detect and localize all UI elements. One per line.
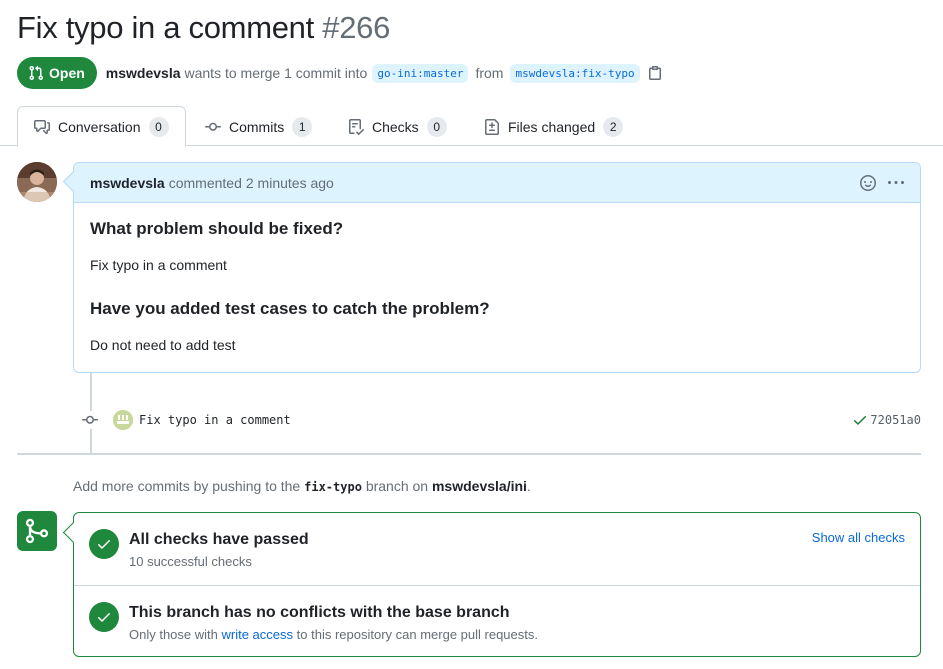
comment-time[interactable]: 2 minutes ago xyxy=(246,175,334,191)
push-hint-middle: branch on xyxy=(365,478,429,494)
push-hint-repo: mswdevsla/ini xyxy=(431,478,527,494)
avatar[interactable] xyxy=(17,162,57,202)
commit-sha-text: 72051a0 xyxy=(870,413,921,427)
tab-counter: 0 xyxy=(148,116,169,137)
tab-commits[interactable]: Commits 1 xyxy=(189,106,328,147)
checks-title: All checks have passed xyxy=(129,531,309,548)
tab-label: Commits xyxy=(229,118,285,135)
conflicts-title: This branch has no conflicts with the ba… xyxy=(129,604,510,621)
state-label: Open xyxy=(49,65,85,81)
push-hint-suffix: . xyxy=(526,478,531,494)
comment-header: mswdevsla commented 2 minutes ago xyxy=(74,163,920,203)
merge-description: mswdevsla wants to merge 1 commit into g… xyxy=(106,63,663,83)
comment-discussion-icon xyxy=(34,119,50,134)
tab-label: Files changed xyxy=(508,118,596,135)
timeline-divider xyxy=(17,453,921,455)
pr-meta: Open mswdevsla wants to merge 1 commit i… xyxy=(17,57,663,89)
push-hint-prefix: Add more commits by pushing to the xyxy=(73,478,301,494)
base-branch[interactable]: go-ini:master xyxy=(372,63,469,83)
tab-conversation[interactable]: Conversation 0 xyxy=(17,106,186,147)
kebab-horizontal-icon[interactable] xyxy=(888,175,904,191)
page-title: Fix typo in a comment #266 xyxy=(17,10,390,46)
conflicts-sub-pre: Only those with xyxy=(129,627,218,642)
push-hint-branch: fix-typo xyxy=(304,480,362,494)
tab-label: Checks xyxy=(372,118,419,135)
from-text: from xyxy=(475,65,504,81)
check-circle-icon xyxy=(89,529,119,559)
push-hint: Add more commits by pushing to the fix-t… xyxy=(73,478,531,494)
check-icon xyxy=(854,416,867,425)
smiley-icon[interactable] xyxy=(860,174,876,191)
checklist-icon xyxy=(349,118,364,135)
comment-heading: What problem should be fixed? xyxy=(90,219,344,238)
tab-counter: 0 xyxy=(426,116,447,137)
commit-author-avatar[interactable] xyxy=(113,410,133,430)
commit-row: Fix typo in a comment 72051a0 xyxy=(81,409,921,431)
git-commit-icon xyxy=(205,122,221,131)
comment-box: mswdevsla commented 2 minutes ago What p… xyxy=(73,162,921,373)
merge-box: All checks have passed 10 successful che… xyxy=(73,512,921,657)
comment-heading: Have you added test cases to catch the p… xyxy=(90,299,490,318)
pr-number: #266 xyxy=(322,10,391,45)
tab-label: Conversation xyxy=(58,118,141,135)
conflicts-sub-post: to this repository can merge pull reques… xyxy=(296,627,538,642)
comment-body: What problem should be fixed? Fix typo i… xyxy=(74,203,920,367)
tab-counter: 2 xyxy=(603,116,624,137)
write-access-link[interactable]: write access xyxy=(222,627,294,642)
checks-subtitle: 10 successful checks xyxy=(129,554,252,569)
tab-checks[interactable]: Checks 0 xyxy=(332,106,463,147)
checks-section: All checks have passed 10 successful che… xyxy=(74,513,920,585)
merge-text: wants to merge 1 commit into xyxy=(184,65,368,81)
tab-counter: 1 xyxy=(292,116,313,137)
file-diff-icon xyxy=(485,118,499,135)
conflicts-subtitle: Only those with write access to this rep… xyxy=(129,627,538,642)
check-circle-icon xyxy=(89,602,119,632)
pr-title-text: Fix typo in a comment xyxy=(17,10,314,45)
author-link[interactable]: mswdevsla xyxy=(106,65,181,81)
git-pull-request-icon xyxy=(29,65,44,81)
conflicts-section: This branch has no conflicts with the ba… xyxy=(74,585,920,657)
comment-author[interactable]: mswdevsla xyxy=(90,175,165,191)
state-badge: Open xyxy=(17,57,97,89)
copy-icon[interactable] xyxy=(647,65,663,81)
git-merge-icon xyxy=(17,511,57,551)
show-all-checks-link[interactable]: Show all checks xyxy=(812,530,905,545)
git-commit-icon xyxy=(81,411,99,429)
commit-sha[interactable]: 72051a0 xyxy=(852,412,921,428)
commit-message[interactable]: Fix typo in a comment xyxy=(139,413,291,427)
comment-text: Do not need to add test xyxy=(90,337,236,353)
pr-tabs: Conversation 0 Commits 1 Checks 0 Files … xyxy=(0,106,943,147)
comment-actions xyxy=(860,174,904,191)
comment-text: Fix typo in a comment xyxy=(90,257,227,273)
tab-files-changed[interactable]: Files changed 2 xyxy=(468,106,639,147)
comment-action: commented xyxy=(168,174,242,191)
head-branch[interactable]: mswdevsla:fix-typo xyxy=(510,63,640,83)
